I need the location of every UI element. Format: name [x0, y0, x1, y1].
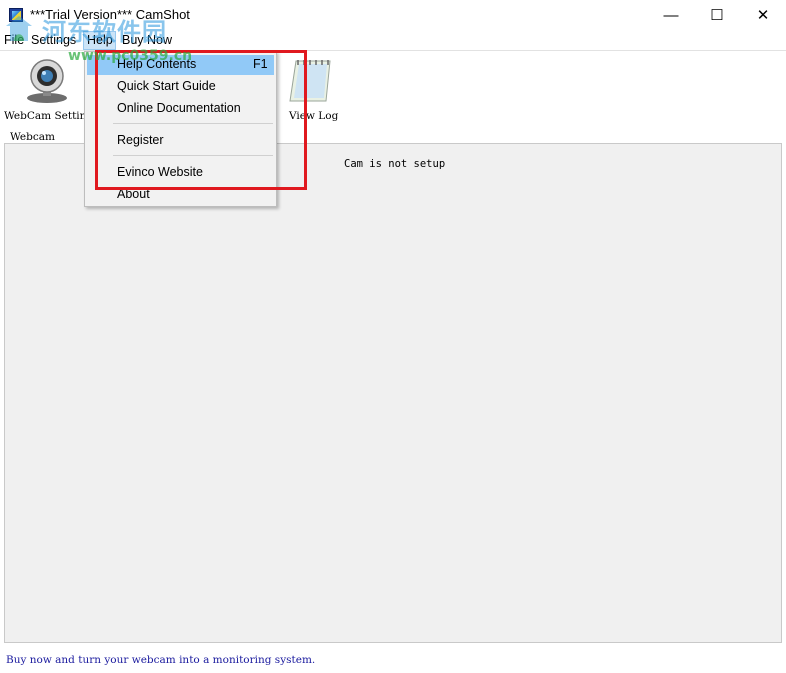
webcam-settings-button[interactable] — [22, 54, 72, 106]
cam-status-text: Cam is not setup — [344, 158, 446, 170]
close-button[interactable]: ✕ — [740, 0, 786, 30]
close-icon: ✕ — [756, 7, 770, 24]
watermark-text: 河东软件园 — [42, 19, 167, 46]
annotation-highlight-box — [95, 50, 307, 190]
maximize-button[interactable]: ☐ — [694, 0, 740, 30]
minimize-button[interactable]: — — [648, 0, 694, 30]
webcam-settings-label: WebCam Settin — [4, 110, 87, 122]
webcam-panel — [4, 143, 782, 643]
watermark-logo-icon — [6, 16, 32, 41]
webcam-icon — [27, 59, 67, 103]
maximize-icon: ☐ — [710, 7, 724, 24]
status-bar-text: Buy now and turn your webcam into a moni… — [6, 654, 316, 666]
minimize-icon: — — [663, 6, 679, 24]
watermark-url: www.pc0359.cn — [68, 48, 193, 64]
webcam-group-label: Webcam — [10, 131, 55, 143]
